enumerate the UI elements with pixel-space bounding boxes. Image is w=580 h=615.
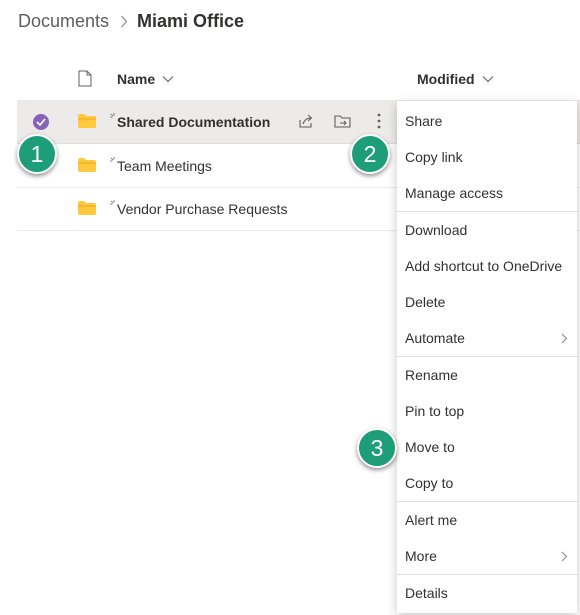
folder-icon (78, 158, 96, 175)
menu-item-more-label: More (405, 548, 437, 564)
folder-icon (78, 114, 96, 131)
menu-item-automate-label: Automate (405, 330, 465, 346)
row-name[interactable]: Shared Documentation (117, 114, 270, 130)
chevron-down-icon (162, 76, 174, 83)
context-menu: Share Copy link Manage access Download A… (397, 101, 577, 613)
column-header-name-label: Name (117, 71, 156, 87)
step-badge-1: 1 (17, 134, 57, 174)
menu-item-download[interactable]: Download (397, 212, 577, 248)
menu-item-copy-to[interactable]: Copy to (397, 465, 577, 501)
folder-icon (78, 201, 96, 218)
list-header: Name Modified (0, 60, 580, 98)
breadcrumb-documents[interactable]: Documents (18, 11, 109, 32)
menu-item-add-shortcut[interactable]: Add shortcut to OneDrive (397, 248, 577, 284)
breadcrumb: Documents Miami Office (18, 11, 244, 32)
chevron-down-icon (482, 76, 493, 83)
share-icon[interactable] (296, 111, 316, 131)
step-badge-2: 2 (350, 134, 390, 174)
menu-item-pin-to-top[interactable]: Pin to top (397, 393, 577, 429)
menu-item-move-to[interactable]: Move to (397, 429, 577, 465)
menu-item-share[interactable]: Share (397, 103, 577, 139)
step-badge-3: 3 (357, 428, 397, 468)
menu-item-alert-me[interactable]: Alert me (397, 502, 577, 538)
column-header-modified-label: Modified (417, 71, 475, 87)
menu-item-details[interactable]: Details (397, 575, 577, 611)
breadcrumb-current: Miami Office (137, 11, 245, 31)
column-header-name[interactable]: Name (117, 71, 174, 87)
column-header-modified[interactable]: Modified (417, 71, 494, 87)
chevron-right-icon (561, 333, 568, 344)
move-folder-icon[interactable] (333, 111, 353, 131)
chevron-right-icon (561, 551, 568, 562)
menu-item-rename[interactable]: Rename (397, 357, 577, 393)
file-type-icon[interactable] (78, 70, 92, 90)
menu-item-copy-link[interactable]: Copy link (397, 139, 577, 175)
more-vertical-icon[interactable] (369, 111, 389, 131)
checkmark-icon[interactable] (33, 114, 49, 130)
menu-item-delete[interactable]: Delete (397, 284, 577, 320)
menu-item-automate[interactable]: Automate (397, 320, 577, 356)
menu-item-more[interactable]: More (397, 538, 577, 574)
row-name[interactable]: Vendor Purchase Requests (117, 201, 287, 217)
chevron-right-icon (120, 15, 128, 28)
row-name[interactable]: Team Meetings (117, 158, 212, 174)
menu-item-manage-access[interactable]: Manage access (397, 175, 577, 211)
